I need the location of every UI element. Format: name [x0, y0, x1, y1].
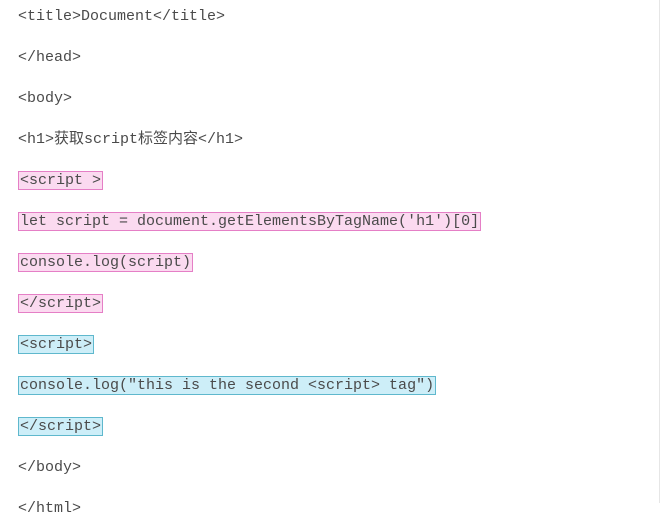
code-line: console.log("this is the second <script>… — [18, 375, 660, 396]
code-line: <script > — [18, 170, 660, 191]
highlight-pink: let script = document.getElementsByTagNa… — [18, 212, 481, 231]
highlight-pink: </script> — [18, 294, 103, 313]
code-text: console.log("this is the second <script>… — [20, 377, 434, 394]
highlight-blue: </script> — [18, 417, 103, 436]
code-text: <script> — [20, 336, 92, 353]
code-text: <script > — [20, 172, 101, 189]
code-text: <body> — [18, 90, 72, 107]
code-block: <title>Document</title> </head> <body> <… — [0, 0, 660, 503]
code-text: </body> — [18, 459, 81, 476]
code-line: <title>Document</title> — [18, 6, 660, 27]
code-text: </script> — [20, 418, 101, 435]
highlight-pink: <script > — [18, 171, 103, 190]
code-line: </script> — [18, 416, 660, 437]
code-line: <body> — [18, 88, 660, 109]
code-line: let script = document.getElementsByTagNa… — [18, 211, 660, 232]
code-text: </head> — [18, 49, 81, 66]
code-text: let script = document.getElementsByTagNa… — [20, 213, 479, 230]
code-text: <h1>获取script标签内容</h1> — [18, 131, 243, 148]
highlight-blue: console.log("this is the second <script>… — [18, 376, 436, 395]
code-line: console.log(script) — [18, 252, 660, 273]
highlight-blue: <script> — [18, 335, 94, 354]
code-line: </head> — [18, 47, 660, 68]
code-line: </html> — [18, 498, 660, 519]
code-line: <script> — [18, 334, 660, 355]
code-line: </script> — [18, 293, 660, 314]
highlight-pink: console.log(script) — [18, 253, 193, 272]
code-line: <h1>获取script标签内容</h1> — [18, 129, 660, 150]
code-line: </body> — [18, 457, 660, 478]
code-text: <title>Document</title> — [18, 8, 225, 25]
code-text: </script> — [20, 295, 101, 312]
code-text: console.log(script) — [20, 254, 191, 271]
